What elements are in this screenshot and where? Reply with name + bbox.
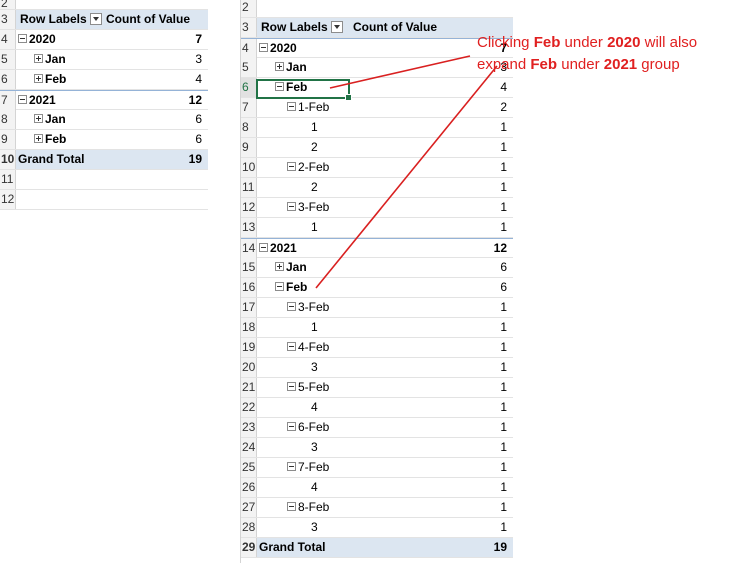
annotation-part: group [637,56,680,73]
annotation-part: 2021 [603,56,638,73]
annotation-part: under [557,56,604,73]
annotation-part: 2020 [607,34,641,51]
annotation-part: Feb [533,34,561,51]
arrow-to-2020-feb [329,55,471,89]
annotation-part: under [560,34,608,51]
annotation-part: Feb [530,56,558,73]
annotation-part: Clicking [477,34,534,51]
arrow-to-2021-feb [315,65,498,289]
annotation-text: Clicking Feb under 2020 will also expand… [477,32,739,76]
annotation-arrows [315,55,498,289]
